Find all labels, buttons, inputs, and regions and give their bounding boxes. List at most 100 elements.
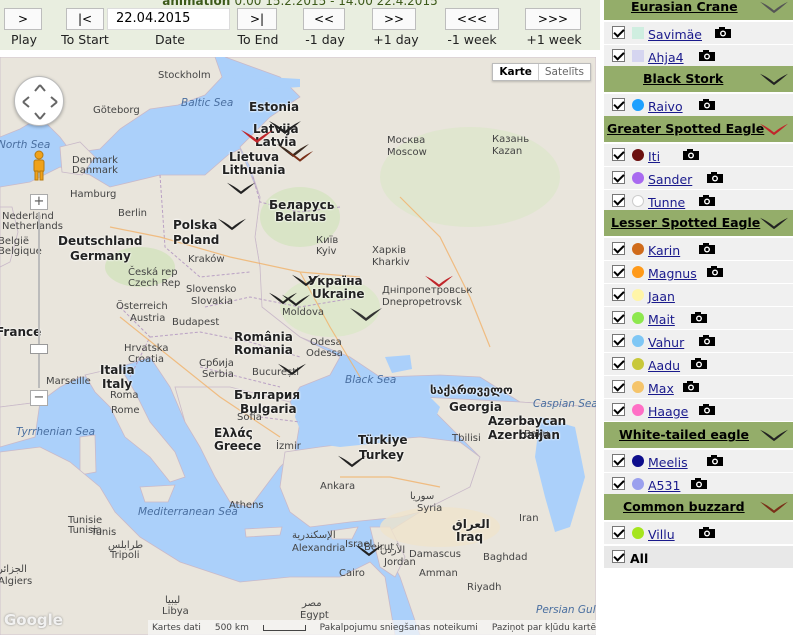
- bird-name-link[interactable]: Villu: [648, 527, 675, 542]
- bird-visibility-checkbox[interactable]: [612, 526, 625, 539]
- bird-name-link[interactable]: Aadu: [648, 358, 680, 373]
- map-label: Belarus: [275, 210, 327, 224]
- bird-visibility-checkbox[interactable]: [612, 380, 625, 393]
- species-group-header[interactable]: Greater Spotted Eagle: [604, 116, 793, 142]
- pan-control[interactable]: [14, 76, 64, 126]
- bird-visibility-checkbox[interactable]: [612, 334, 625, 347]
- camera-icon[interactable]: [682, 148, 700, 161]
- camera-icon[interactable]: [698, 49, 716, 62]
- bird-marker-black[interactable]: [216, 217, 248, 231]
- minus-day-button[interactable]: <<: [303, 8, 345, 30]
- bird-name-link[interactable]: Ahja4: [648, 50, 684, 65]
- camera-icon[interactable]: [706, 171, 724, 184]
- play-button[interactable]: >: [4, 8, 42, 30]
- pegman-icon[interactable]: [30, 150, 48, 182]
- bird-name-link[interactable]: Sander: [648, 172, 692, 187]
- species-group-header[interactable]: Black Stork: [604, 66, 793, 92]
- species-group-name[interactable]: Lesser Spotted Eagle: [611, 215, 760, 230]
- bird-visibility-checkbox[interactable]: [612, 265, 625, 278]
- bird-visibility-checkbox[interactable]: [612, 357, 625, 370]
- bird-visibility-checkbox[interactable]: [612, 171, 625, 184]
- camera-icon[interactable]: [698, 526, 716, 539]
- species-group-name[interactable]: Eurasian Crane: [631, 0, 738, 14]
- camera-icon[interactable]: [690, 311, 708, 324]
- species-group-name[interactable]: White-tailed eagle: [619, 427, 749, 442]
- terms-link[interactable]: Pakalpojumu sniegšanas noteikumi: [320, 623, 478, 633]
- camera-icon[interactable]: [682, 380, 700, 393]
- species-group-name[interactable]: Greater Spotted Eagle: [607, 121, 764, 136]
- bird-name-link[interactable]: Iti: [648, 149, 660, 164]
- map-type-satellite-button[interactable]: Satelīts: [539, 64, 590, 80]
- zoom-slider-thumb[interactable]: [30, 344, 48, 354]
- species-group-name[interactable]: Common buzzard: [623, 499, 745, 514]
- bird-marker-buzzard[interactable]: [286, 149, 314, 163]
- bird-name-link[interactable]: Vahur: [648, 335, 684, 350]
- bird-marker-black[interactable]: [276, 362, 308, 376]
- bird-visibility-checkbox[interactable]: [612, 242, 625, 255]
- camera-icon[interactable]: [714, 26, 732, 39]
- bird-visibility-checkbox[interactable]: [612, 454, 625, 467]
- bird-name-link[interactable]: Tunne: [648, 195, 685, 210]
- bird-visibility-checkbox[interactable]: [612, 148, 625, 161]
- bird-marker-greater-spotted[interactable]: [423, 274, 455, 288]
- camera-icon[interactable]: [698, 334, 716, 347]
- all-checkbox[interactable]: [612, 550, 625, 563]
- map-type-map-button[interactable]: Karte: [493, 64, 539, 80]
- map-label: Tyrrhenian Sea: [16, 426, 96, 438]
- bird-marker-black[interactable]: [266, 291, 300, 305]
- zoom-out-button[interactable]: −: [30, 390, 48, 406]
- map-view[interactable]: Stockholm Baltic Sea Göteborg North Sea Denm…: [0, 57, 596, 635]
- bird-marker-black[interactable]: [336, 454, 368, 468]
- bird-visibility-checkbox[interactable]: [612, 403, 625, 416]
- bird-visibility-checkbox[interactable]: [612, 49, 625, 62]
- bird-marker-black[interactable]: [225, 181, 257, 195]
- bird-name-link[interactable]: Raivo: [648, 99, 683, 114]
- all-label: All: [630, 551, 649, 566]
- bird-name-link[interactable]: A531: [648, 478, 680, 493]
- species-group-header[interactable]: Eurasian Crane: [604, 0, 793, 20]
- bird-visibility-checkbox[interactable]: [612, 194, 625, 207]
- camera-icon[interactable]: [698, 194, 716, 207]
- minus-week-button[interactable]: <<<: [445, 8, 499, 30]
- species-group-header[interactable]: Lesser Spotted Eagle: [604, 210, 793, 236]
- bird-name-link[interactable]: Magnus: [648, 266, 697, 281]
- bird-visibility-checkbox[interactable]: [612, 311, 625, 324]
- report-error-link[interactable]: Paziņot par kļūdu kartē: [492, 623, 596, 633]
- camera-icon[interactable]: [690, 477, 708, 490]
- zoom-in-button[interactable]: +: [30, 194, 48, 210]
- camera-icon[interactable]: [698, 98, 716, 111]
- map-label: Syria: [417, 503, 443, 514]
- date-field[interactable]: 22.04.2015: [107, 8, 230, 30]
- bird-row: Jaan: [604, 284, 793, 306]
- to-end-button[interactable]: >|: [237, 8, 277, 30]
- bird-name-link[interactable]: Meelis: [648, 455, 688, 470]
- map-data-link[interactable]: Kartes dati: [152, 623, 201, 633]
- species-group-header[interactable]: White-tailed eagle: [604, 422, 793, 448]
- camera-icon[interactable]: [698, 242, 716, 255]
- bird-name-link[interactable]: Jaan: [648, 289, 675, 304]
- camera-icon[interactable]: [690, 357, 708, 370]
- to-start-button[interactable]: |<: [66, 8, 104, 30]
- bird-name-link[interactable]: Haage: [648, 404, 688, 419]
- bird-marker-black[interactable]: [348, 306, 384, 322]
- species-group-header[interactable]: Common buzzard: [604, 494, 793, 520]
- bird-visibility-checkbox[interactable]: [612, 98, 625, 111]
- bird-name-link[interactable]: Mait: [648, 312, 675, 327]
- plus-day-button[interactable]: >>: [372, 8, 416, 30]
- bird-name-link[interactable]: Karin: [648, 243, 680, 258]
- bird-visibility-checkbox[interactable]: [612, 288, 625, 301]
- bird-marker-black[interactable]: [290, 273, 322, 287]
- bird-name-link[interactable]: Max: [648, 381, 674, 396]
- plus-week-button[interactable]: >>>: [525, 8, 581, 30]
- bird-marker-black[interactable]: [353, 543, 385, 557]
- bird-name-link[interactable]: Savimäe: [648, 27, 702, 42]
- bird-marker-black[interactable]: [268, 119, 302, 135]
- map-label: Slovensko: [186, 284, 237, 295]
- camera-icon[interactable]: [698, 403, 716, 416]
- camera-icon[interactable]: [706, 454, 724, 467]
- bird-visibility-checkbox[interactable]: [612, 477, 625, 490]
- camera-icon[interactable]: [706, 265, 724, 278]
- species-group-name[interactable]: Black Stork: [643, 71, 723, 86]
- zoom-slider-track[interactable]: [38, 212, 40, 388]
- bird-visibility-checkbox[interactable]: [612, 26, 625, 39]
